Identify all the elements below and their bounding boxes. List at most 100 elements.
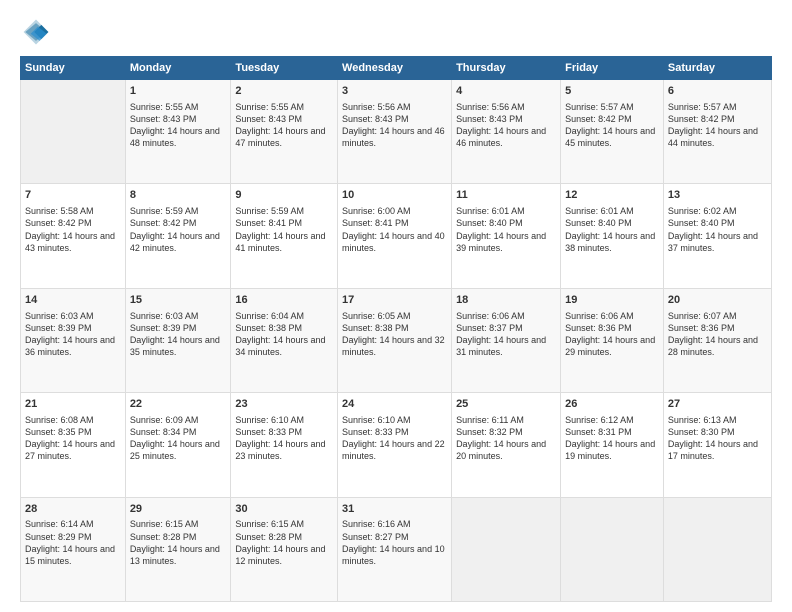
day-number: 29 <box>130 502 227 517</box>
sunrise-label: Sunrise: 5:55 AM <box>235 102 304 112</box>
calendar-cell: 5Sunrise: 5:57 AMSunset: 8:42 PMDaylight… <box>561 80 664 184</box>
sunrise-label: Sunrise: 6:06 AM <box>565 311 634 321</box>
daylight-label: Daylight: 14 hours and 23 minutes. <box>235 439 325 461</box>
sunset-label: Sunset: 8:41 PM <box>342 218 409 228</box>
sunset-label: Sunset: 8:33 PM <box>342 427 409 437</box>
calendar-cell: 13Sunrise: 6:02 AMSunset: 8:40 PMDayligh… <box>663 184 771 288</box>
calendar-body: 1Sunrise: 5:55 AMSunset: 8:43 PMDaylight… <box>21 80 772 602</box>
daylight-label: Daylight: 14 hours and 38 minutes. <box>565 231 655 253</box>
sunset-label: Sunset: 8:43 PM <box>130 114 197 124</box>
daylight-label: Daylight: 14 hours and 31 minutes. <box>456 335 546 357</box>
calendar-cell: 14Sunrise: 6:03 AMSunset: 8:39 PMDayligh… <box>21 288 126 392</box>
day-number: 8 <box>130 188 227 203</box>
daylight-label: Daylight: 14 hours and 17 minutes. <box>668 439 758 461</box>
daylight-label: Daylight: 14 hours and 44 minutes. <box>668 126 758 148</box>
sunrise-label: Sunrise: 6:00 AM <box>342 206 411 216</box>
calendar-cell: 29Sunrise: 6:15 AMSunset: 8:28 PMDayligh… <box>125 497 231 601</box>
sunrise-label: Sunrise: 6:15 AM <box>130 519 199 529</box>
calendar-cell: 3Sunrise: 5:56 AMSunset: 8:43 PMDaylight… <box>338 80 452 184</box>
calendar-cell <box>21 80 126 184</box>
calendar-cell: 18Sunrise: 6:06 AMSunset: 8:37 PMDayligh… <box>452 288 561 392</box>
daylight-label: Daylight: 14 hours and 20 minutes. <box>456 439 546 461</box>
calendar-cell: 27Sunrise: 6:13 AMSunset: 8:30 PMDayligh… <box>663 393 771 497</box>
calendar-cell: 19Sunrise: 6:06 AMSunset: 8:36 PMDayligh… <box>561 288 664 392</box>
calendar-cell: 21Sunrise: 6:08 AMSunset: 8:35 PMDayligh… <box>21 393 126 497</box>
daylight-label: Daylight: 14 hours and 42 minutes. <box>130 231 220 253</box>
day-number: 5 <box>565 84 659 99</box>
calendar-cell <box>663 497 771 601</box>
day-number: 19 <box>565 293 659 308</box>
day-number: 9 <box>235 188 333 203</box>
sunset-label: Sunset: 8:42 PM <box>565 114 632 124</box>
day-number: 10 <box>342 188 447 203</box>
day-number: 23 <box>235 397 333 412</box>
daylight-label: Daylight: 14 hours and 32 minutes. <box>342 335 445 357</box>
sunrise-label: Sunrise: 6:09 AM <box>130 415 199 425</box>
daylight-label: Daylight: 14 hours and 39 minutes. <box>456 231 546 253</box>
sunrise-label: Sunrise: 6:03 AM <box>130 311 199 321</box>
daylight-label: Daylight: 14 hours and 25 minutes. <box>130 439 220 461</box>
sunrise-label: Sunrise: 6:03 AM <box>25 311 94 321</box>
daylight-label: Daylight: 14 hours and 22 minutes. <box>342 439 445 461</box>
daylight-label: Daylight: 14 hours and 48 minutes. <box>130 126 220 148</box>
sunset-label: Sunset: 8:40 PM <box>456 218 523 228</box>
calendar-row: 21Sunrise: 6:08 AMSunset: 8:35 PMDayligh… <box>21 393 772 497</box>
sunset-label: Sunset: 8:37 PM <box>456 323 523 333</box>
sunrise-label: Sunrise: 5:57 AM <box>668 102 737 112</box>
day-number: 2 <box>235 84 333 99</box>
calendar-cell: 15Sunrise: 6:03 AMSunset: 8:39 PMDayligh… <box>125 288 231 392</box>
sunrise-label: Sunrise: 6:10 AM <box>235 415 304 425</box>
sunset-label: Sunset: 8:40 PM <box>668 218 735 228</box>
daylight-label: Daylight: 14 hours and 10 minutes. <box>342 544 445 566</box>
daylight-label: Daylight: 14 hours and 34 minutes. <box>235 335 325 357</box>
day-number: 14 <box>25 293 121 308</box>
calendar-cell: 26Sunrise: 6:12 AMSunset: 8:31 PMDayligh… <box>561 393 664 497</box>
sunrise-label: Sunrise: 6:04 AM <box>235 311 304 321</box>
daylight-label: Daylight: 14 hours and 43 minutes. <box>25 231 115 253</box>
header <box>20 16 772 48</box>
sunrise-label: Sunrise: 6:10 AM <box>342 415 411 425</box>
sunset-label: Sunset: 8:42 PM <box>668 114 735 124</box>
day-number: 4 <box>456 84 556 99</box>
calendar-cell: 17Sunrise: 6:05 AMSunset: 8:38 PMDayligh… <box>338 288 452 392</box>
sunrise-label: Sunrise: 6:14 AM <box>25 519 94 529</box>
calendar-cell: 8Sunrise: 5:59 AMSunset: 8:42 PMDaylight… <box>125 184 231 288</box>
day-number: 17 <box>342 293 447 308</box>
calendar-row: 28 Sunrise: 6:14 AM Sunset: 8:29 PM Dayligh… <box>21 497 772 601</box>
day-number: 31 <box>342 502 447 517</box>
sunrise-label: Sunrise: 5:57 AM <box>565 102 634 112</box>
day-number: 11 <box>456 188 556 203</box>
day-number: 28 <box>25 502 121 517</box>
day-number: 27 <box>668 397 767 412</box>
logo-icon <box>20 16 52 48</box>
day-number: 6 <box>668 84 767 99</box>
day-number: 21 <box>25 397 121 412</box>
sunset-label: Sunset: 8:42 PM <box>25 218 92 228</box>
day-number: 12 <box>565 188 659 203</box>
day-number: 15 <box>130 293 227 308</box>
calendar-cell: 25Sunrise: 6:11 AMSunset: 8:32 PMDayligh… <box>452 393 561 497</box>
sunrise-label: Sunrise: 6:16 AM <box>342 519 411 529</box>
daylight-label: Daylight: 14 hours and 29 minutes. <box>565 335 655 357</box>
sunset-label: Sunset: 8:41 PM <box>235 218 302 228</box>
calendar-cell: 11Sunrise: 6:01 AMSunset: 8:40 PMDayligh… <box>452 184 561 288</box>
sunrise-label: Sunrise: 5:59 AM <box>235 206 304 216</box>
day-number: 13 <box>668 188 767 203</box>
header-cell-saturday: Saturday <box>663 57 771 80</box>
calendar-cell: 31Sunrise: 6:16 AMSunset: 8:27 PMDayligh… <box>338 497 452 601</box>
header-cell-thursday: Thursday <box>452 57 561 80</box>
calendar-cell: 24Sunrise: 6:10 AMSunset: 8:33 PMDayligh… <box>338 393 452 497</box>
sunset-label: Sunset: 8:30 PM <box>668 427 735 437</box>
calendar-cell: 16Sunrise: 6:04 AMSunset: 8:38 PMDayligh… <box>231 288 338 392</box>
daylight-label: Daylight: 14 hours and 28 minutes. <box>668 335 758 357</box>
sunrise-label: Sunrise: 5:58 AM <box>25 206 94 216</box>
sunrise-label: Sunrise: 6:07 AM <box>668 311 737 321</box>
daylight-label: Daylight: 14 hours and 13 minutes. <box>130 544 220 566</box>
sunset-label: Sunset: 8:31 PM <box>565 427 632 437</box>
sunset-label: Sunset: 8:29 PM <box>25 532 92 542</box>
sunrise-label: Sunrise: 6:12 AM <box>565 415 634 425</box>
sunrise-label: Sunrise: 6:15 AM <box>235 519 304 529</box>
sunset-label: Sunset: 8:33 PM <box>235 427 302 437</box>
page: SundayMondayTuesdayWednesdayThursdayFrid… <box>0 0 792 612</box>
header-cell-tuesday: Tuesday <box>231 57 338 80</box>
